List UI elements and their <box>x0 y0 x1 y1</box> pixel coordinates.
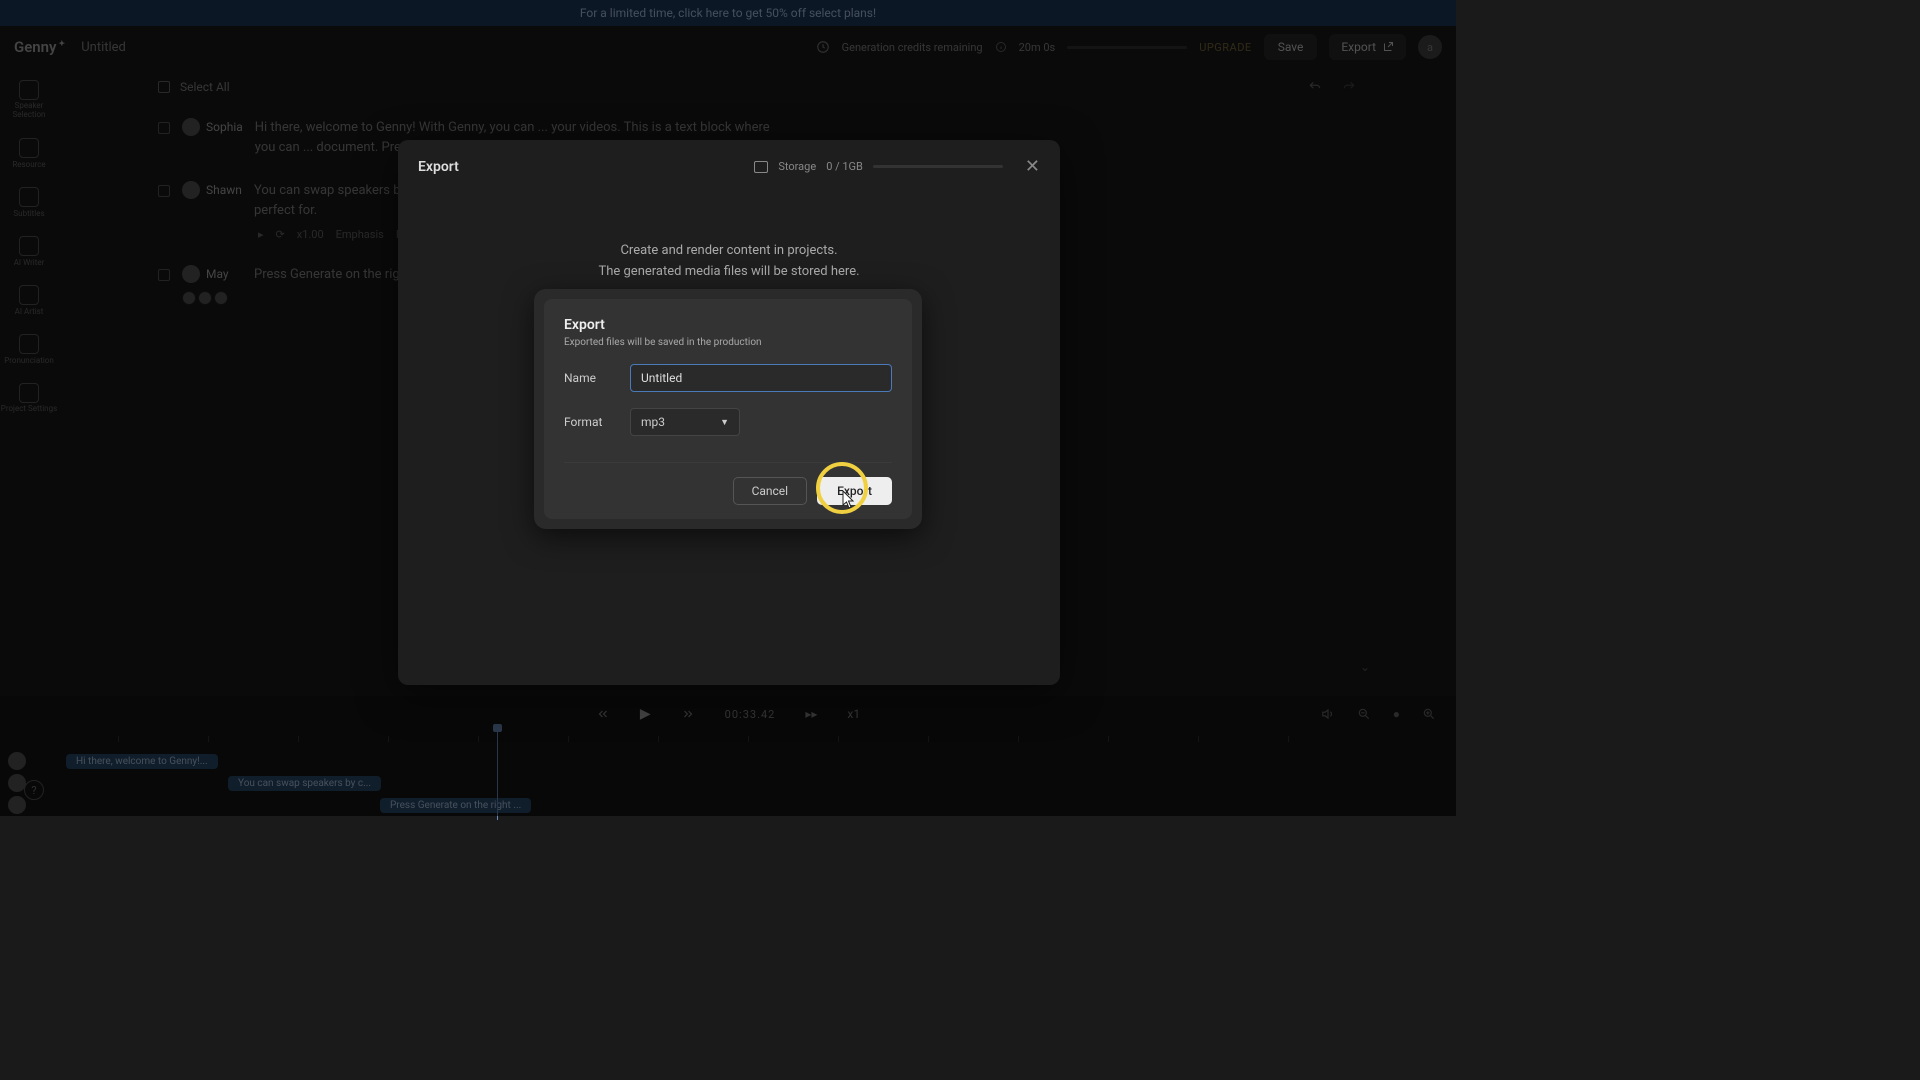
chevron-down-icon: ▼ <box>720 417 729 428</box>
export-confirm-button[interactable]: Export <box>817 477 892 505</box>
storage-value: 0 / 1GB <box>826 160 863 173</box>
storage-label: Storage <box>778 160 816 173</box>
export-panel-header: Export Storage 0 / 1GB ✕ <box>418 156 1040 177</box>
modal-actions: Cancel Export <box>564 462 892 505</box>
export-modal: Export Exported files will be saved in t… <box>534 289 922 529</box>
format-label: Format <box>564 415 614 429</box>
close-icon[interactable]: ✕ <box>1025 156 1040 177</box>
storage-bar <box>873 165 1003 168</box>
name-label: Name <box>564 371 614 385</box>
export-panel-title: Export <box>418 159 459 175</box>
storage-info: Storage 0 / 1GB <box>754 160 1003 173</box>
msg-line2: The generated media files will be stored… <box>418 262 1040 283</box>
folder-icon <box>754 161 768 173</box>
export-modal-title: Export <box>564 317 892 333</box>
cancel-button[interactable]: Cancel <box>733 477 808 505</box>
format-value: mp3 <box>641 415 665 429</box>
format-row: Format mp3 ▼ <box>564 408 892 436</box>
format-select[interactable]: mp3 ▼ <box>630 408 740 436</box>
name-row: Name <box>564 364 892 392</box>
msg-line1: Create and render content in projects. <box>418 241 1040 262</box>
name-input[interactable] <box>630 364 892 392</box>
export-panel-message: Create and render content in projects. T… <box>418 241 1040 283</box>
export-modal-subtitle: Exported files will be saved in the prod… <box>564 337 892 348</box>
export-modal-body: Export Exported files will be saved in t… <box>544 299 912 519</box>
